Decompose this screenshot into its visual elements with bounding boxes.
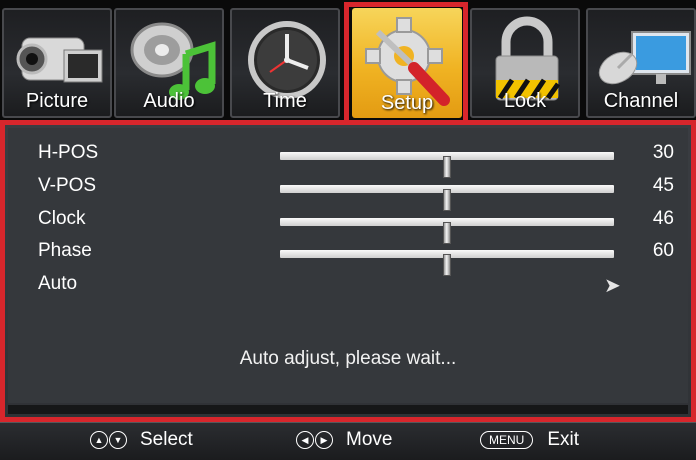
setting-row-clock[interactable]: Clock 46 xyxy=(38,206,678,244)
move-label: Move xyxy=(346,429,393,450)
tab-label: Lock xyxy=(503,90,547,112)
menu-key-icon: MENU xyxy=(480,431,534,449)
settings-list: H-POS 30 V-POS 45 Clock 46 Phase 60 Auto… xyxy=(8,128,688,403)
setting-row-auto[interactable]: Auto ➤ xyxy=(38,271,678,299)
tab-picture[interactable]: Picture xyxy=(2,8,112,118)
setting-value: 30 xyxy=(652,142,674,163)
tab-label: Time xyxy=(263,90,307,112)
panel-bottom-bar xyxy=(8,405,688,414)
clock-slider[interactable] xyxy=(280,218,614,244)
setup-panel: H-POS 30 V-POS 45 Clock 46 Phase 60 Auto… xyxy=(0,120,696,422)
status-message: Auto adjust, please wait... xyxy=(239,348,457,369)
tab-channel[interactable]: Channel xyxy=(586,8,696,118)
setting-label: Phase xyxy=(38,240,92,261)
exit-label: Exit xyxy=(547,429,580,450)
up-arrow-icon: ▲ xyxy=(90,431,108,449)
setting-value: 46 xyxy=(652,208,674,229)
tab-label: Channel xyxy=(603,90,679,112)
tab-label: Audio xyxy=(143,90,195,112)
tab-time[interactable]: Time xyxy=(230,8,340,118)
phase-slider[interactable] xyxy=(280,250,614,276)
move-hint: ◀ ▶ Move xyxy=(296,429,392,451)
select-hint: ▲ ▼ Select xyxy=(90,429,193,451)
setting-label: Clock xyxy=(38,208,86,229)
exit-hint: MENU Exit xyxy=(480,429,579,451)
setting-label: Auto xyxy=(38,273,78,294)
chevron-right-icon[interactable]: ➤ xyxy=(604,273,621,298)
active-tab-highlight xyxy=(344,2,468,126)
h-pos-slider[interactable] xyxy=(280,152,614,178)
setting-row-phase[interactable]: Phase 60 xyxy=(38,238,678,276)
down-arrow-icon: ▼ xyxy=(109,431,127,449)
select-label: Select xyxy=(140,429,193,450)
left-arrow-icon: ◀ xyxy=(296,431,314,449)
tab-lock[interactable]: Lock xyxy=(470,8,580,118)
setting-row-h-pos[interactable]: H-POS 30 xyxy=(38,140,678,178)
right-arrow-icon: ▶ xyxy=(315,431,333,449)
setting-row-v-pos[interactable]: V-POS 45 xyxy=(38,173,678,211)
setting-label: V-POS xyxy=(38,175,97,196)
tab-label: Picture xyxy=(25,90,89,112)
tab-audio[interactable]: Audio xyxy=(114,8,224,118)
menu-tab-bar: Picture Audio Time Setup Lock Channel xyxy=(0,0,696,126)
setting-value: 60 xyxy=(652,240,674,261)
key-hint-bar: ▲ ▼ Select ◀ ▶ Move MENU Exit xyxy=(0,422,696,460)
setting-value: 45 xyxy=(652,175,674,196)
setting-label: H-POS xyxy=(38,142,99,163)
v-pos-slider[interactable] xyxy=(280,185,614,211)
